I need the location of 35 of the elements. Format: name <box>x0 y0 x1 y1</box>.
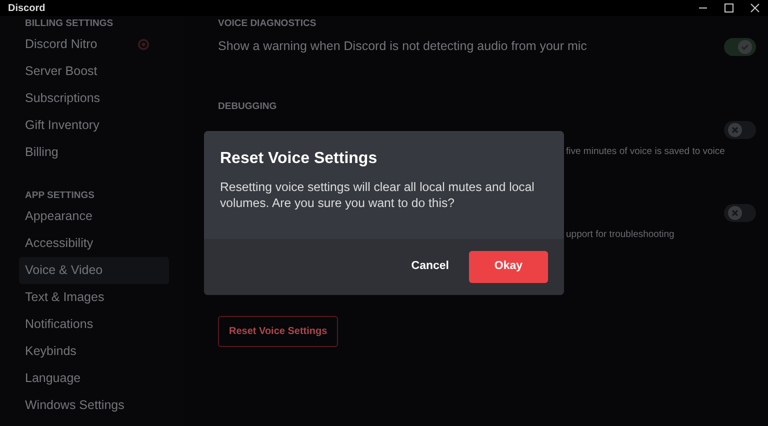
okay-button[interactable]: Okay <box>469 251 548 283</box>
sidebar-item[interactable]: Voice & Video <box>19 257 169 284</box>
reset-voice-settings-button[interactable]: Reset Voice Settings <box>218 316 338 347</box>
x-icon <box>728 123 742 138</box>
sidebar-item[interactable]: Accessibility <box>19 230 169 257</box>
window-title: Discord <box>8 2 46 16</box>
toggle-switch[interactable] <box>724 204 756 222</box>
sidebar-item[interactable]: Subscriptions <box>19 85 169 112</box>
sidebar-item[interactable]: Language <box>19 365 169 392</box>
dialog-title: Reset Voice Settings <box>220 149 378 169</box>
sidebar-item[interactable]: Keybinds <box>19 338 169 365</box>
section-heading: BILLING SETTINGS <box>25 17 114 31</box>
setting-description: upport for troubleshooting <box>566 228 674 240</box>
x-icon <box>728 206 742 220</box>
sidebar-item[interactable]: Billing <box>19 139 169 166</box>
maximize-icon[interactable] <box>724 3 734 13</box>
sidebar-item[interactable]: Notifications <box>19 311 169 338</box>
sidebar-item[interactable]: Server Boost <box>19 58 169 85</box>
nitro-icon <box>138 39 149 50</box>
check-icon <box>738 40 752 54</box>
setting-description: five minutes of voice is saved to voice <box>566 146 725 158</box>
sidebar-item[interactable]: Discord Nitro <box>19 31 169 58</box>
section-heading: DEBUGGING <box>218 100 278 114</box>
sidebar-item[interactable]: Text & Images <box>19 284 169 311</box>
section-heading: APP SETTINGS <box>25 189 96 203</box>
sidebar-item[interactable]: Windows Settings <box>19 392 169 419</box>
close-icon[interactable] <box>750 3 760 13</box>
dialog-message: Resetting voice settings will clear all local mutes and local volumes. Are you sure you want to do this? <box>220 179 536 211</box>
cancel-button[interactable]: Cancel <box>399 250 461 284</box>
toggle-switch[interactable] <box>724 38 756 56</box>
section-heading: VOICE DIAGNOSTICS <box>218 17 318 31</box>
sidebar-item[interactable]: Appearance <box>19 203 169 230</box>
setting-label: Show a warning when Discord is not detecting audio from your mic <box>218 38 587 56</box>
toggle-switch[interactable] <box>724 121 756 140</box>
sidebar-item[interactable]: Gift Inventory <box>19 112 169 139</box>
